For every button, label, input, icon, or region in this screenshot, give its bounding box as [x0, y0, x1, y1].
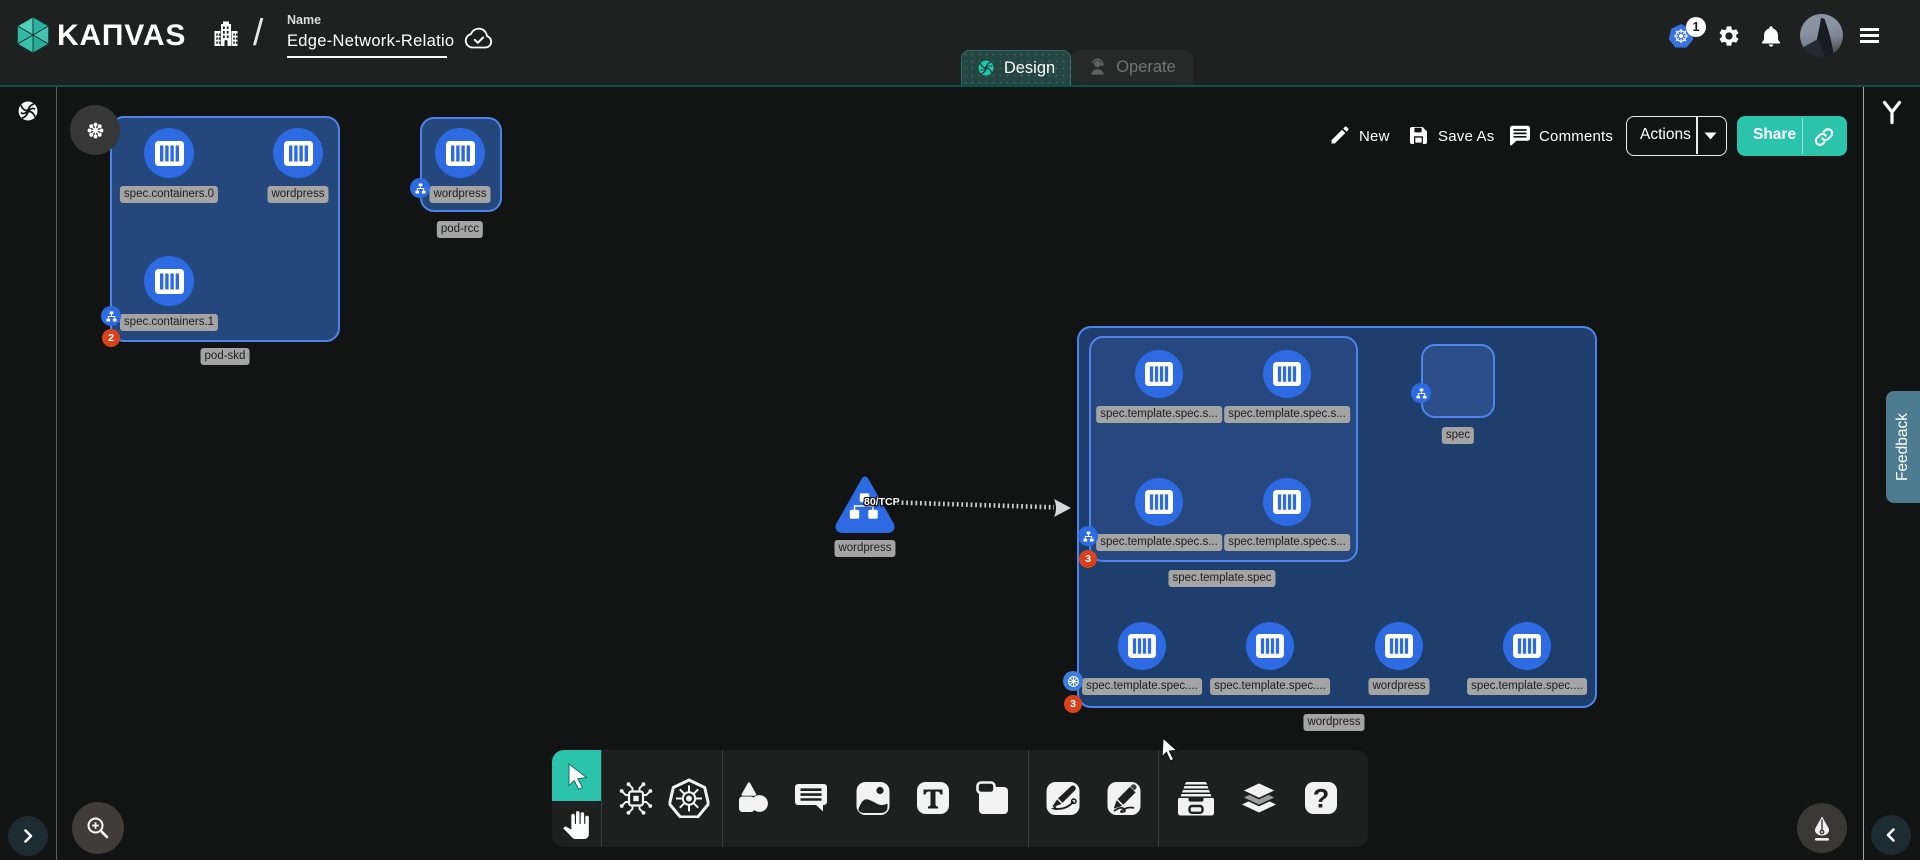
svg-text:?: ? — [1313, 784, 1330, 814]
